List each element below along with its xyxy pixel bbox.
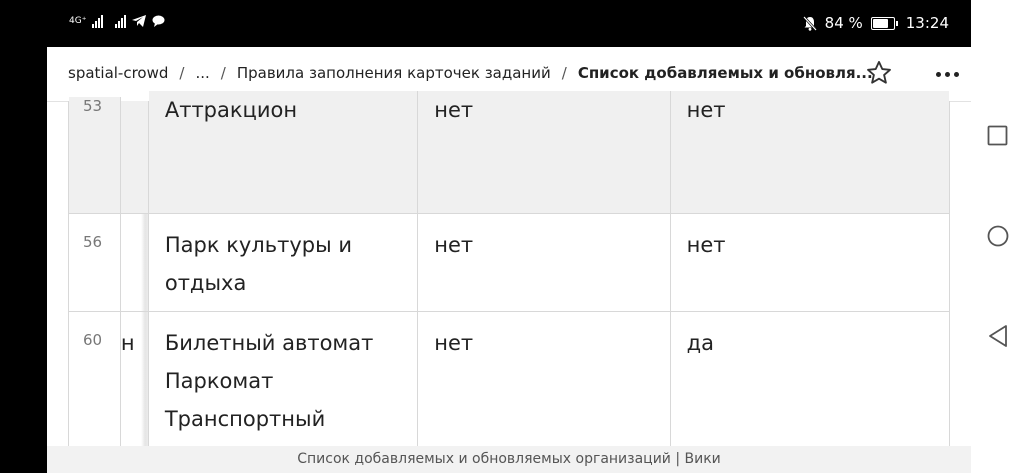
breadcrumb-item[interactable]: Правила заполнения карточек заданий: [237, 64, 551, 82]
browser-screen: 4G⁺ 84 % 13:24 spatial-crowd / ... / Пра…: [47, 0, 971, 473]
page-title-footer: Список добавляемых и обновляемых организ…: [47, 446, 971, 473]
name-cell: Билетный автомат Паркомат Транспортный: [149, 312, 419, 452]
breadcrumb-separator: /: [561, 64, 567, 82]
row-number: 53: [69, 97, 121, 213]
android-nav-bar: [971, 0, 1024, 473]
breadcrumb-item[interactable]: ...: [195, 64, 209, 82]
signal-2-icon: [115, 14, 127, 28]
clock: 13:24: [905, 14, 949, 32]
telegram-icon: [132, 15, 147, 27]
name-line: Парк культуры и: [164, 233, 352, 257]
signal-icon: [92, 14, 104, 28]
breadcrumb-current[interactable]: Список добавляемых и обновля...: [578, 64, 873, 82]
chat-bubble-icon: [152, 15, 165, 27]
value-cell: нет: [670, 91, 949, 213]
table-row: 56 Парк культуры и отдыха нет нет: [68, 214, 950, 312]
triangle-back-icon[interactable]: [987, 324, 1009, 348]
table-row: 60 н Билетный автомат Паркомат Транспорт…: [68, 312, 950, 453]
breadcrumb-separator: /: [179, 64, 185, 82]
star-outline-icon[interactable]: [865, 59, 893, 87]
prev-column-cell: [120, 101, 149, 213]
name-line: Транспортный: [164, 407, 326, 431]
row-number: 56: [69, 214, 121, 311]
name-cell: Парк культуры и отдыха: [149, 214, 419, 311]
battery-percent: 84 %: [824, 14, 863, 32]
status-left: 4G⁺: [69, 14, 165, 28]
square-icon[interactable]: [987, 125, 1008, 146]
prev-column-cell: н: [120, 312, 149, 452]
prev-column-cell: [120, 214, 149, 311]
network-label: 4G⁺: [69, 16, 87, 26]
status-bar: 4G⁺ 84 % 13:24: [47, 0, 971, 47]
name-line: отдыха: [164, 271, 247, 295]
status-right: 84 % 13:24: [802, 14, 949, 32]
table-row: 53 Аттракцион нет нет: [68, 91, 950, 214]
breadcrumb-separator: /: [220, 64, 226, 82]
value-cell: нет: [686, 233, 726, 257]
value-cell: да: [686, 331, 715, 355]
circle-icon[interactable]: [987, 225, 1009, 247]
name-line: Паркомат: [164, 369, 274, 393]
breadcrumb-item[interactable]: spatial-crowd: [68, 64, 168, 82]
bell-off-icon: [802, 15, 817, 31]
row-number: 60: [69, 312, 121, 452]
battery-icon: [870, 16, 898, 30]
name-line: Аттракцион: [164, 98, 298, 122]
breadcrumb: spatial-crowd / ... / Правила заполнения…: [68, 64, 873, 82]
value-cell: нет: [418, 91, 671, 213]
data-table: 53 Аттракцион нет нет 56 Парк культуры и…: [68, 91, 950, 453]
name-line: Билетный автомат: [164, 331, 374, 355]
value-cell: нет: [418, 214, 671, 311]
value-cell: нет: [418, 312, 671, 452]
more-horizontal-icon[interactable]: [936, 72, 959, 77]
name-cell: Аттракцион: [148, 91, 419, 213]
